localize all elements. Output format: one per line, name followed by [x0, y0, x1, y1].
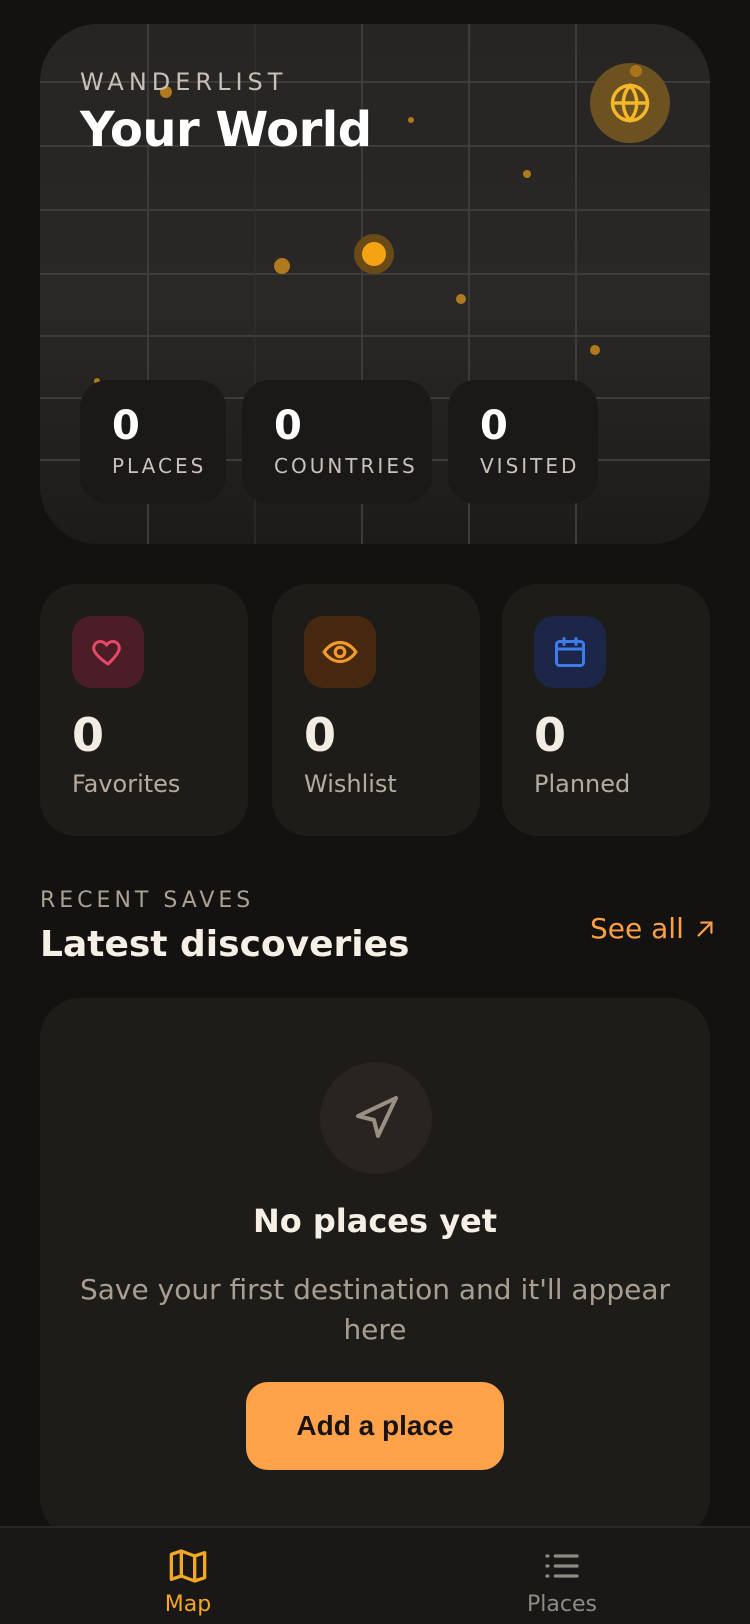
see-all-label: See all [590, 912, 684, 945]
bottom-nav: Map Places [0, 1526, 750, 1624]
empty-state-icon-circle [320, 1062, 432, 1174]
calendar-icon [555, 637, 585, 667]
stat-label: PLACES [112, 454, 207, 478]
favorites-count: 0 [72, 708, 105, 762]
favorites-icon-tile [72, 616, 144, 688]
heart-icon [92, 640, 121, 666]
arrow-up-right-icon [697, 920, 713, 937]
favorites-label: Favorites [72, 770, 181, 798]
stat-label: VISITED [480, 454, 580, 478]
stat-visited: 0 VISITED [448, 380, 598, 504]
stat-value: 0 [480, 403, 508, 449]
add-place-button[interactable]: Add a place [246, 1382, 504, 1470]
wishlist-card[interactable]: 0 Wishlist [272, 584, 480, 836]
section-eyebrow: RECENT SAVES [40, 888, 255, 913]
nav-label-map: Map [164, 1592, 212, 1617]
wishlist-label: Wishlist [304, 770, 397, 798]
stat-value: 0 [112, 403, 140, 449]
eye-icon [322, 640, 358, 664]
planned-count: 0 [534, 708, 567, 762]
page-title: Your World [80, 102, 372, 158]
wishlist-icon-tile [304, 616, 376, 688]
nav-label-places: Places [527, 1592, 597, 1617]
stat-value: 0 [274, 403, 302, 449]
planned-icon-tile [534, 616, 606, 688]
nav-item-places[interactable]: Places [492, 1546, 632, 1617]
map-icon [169, 1549, 207, 1583]
section-title: Latest discoveries [40, 924, 410, 965]
planned-label: Planned [534, 770, 631, 798]
empty-state-card: No places yet Save your first destinatio… [40, 998, 710, 1538]
stat-label: COUNTRIES [274, 454, 418, 478]
empty-state-title: No places yet [252, 1202, 498, 1240]
wishlist-count: 0 [304, 708, 337, 762]
nav-item-map[interactable]: Map [118, 1546, 258, 1617]
planned-card[interactable]: 0 Planned [502, 584, 710, 836]
navigation-arrow-icon [356, 1096, 398, 1138]
favorites-card[interactable]: 0 Favorites [40, 584, 248, 836]
stat-places: 0 PLACES [80, 380, 226, 504]
app-eyebrow: WANDERLIST [80, 68, 288, 96]
empty-state-description: Save your first destination and it'll ap… [80, 1273, 670, 1346]
globe-icon [610, 82, 650, 124]
list-icon [545, 1554, 579, 1578]
hero-card: WANDERLIST Your World 0 PLACES 0 COUNTRI… [40, 24, 710, 544]
map-dot [630, 65, 642, 77]
stat-countries: 0 COUNTRIES [242, 380, 432, 504]
see-all-link[interactable]: See all [590, 912, 716, 945]
